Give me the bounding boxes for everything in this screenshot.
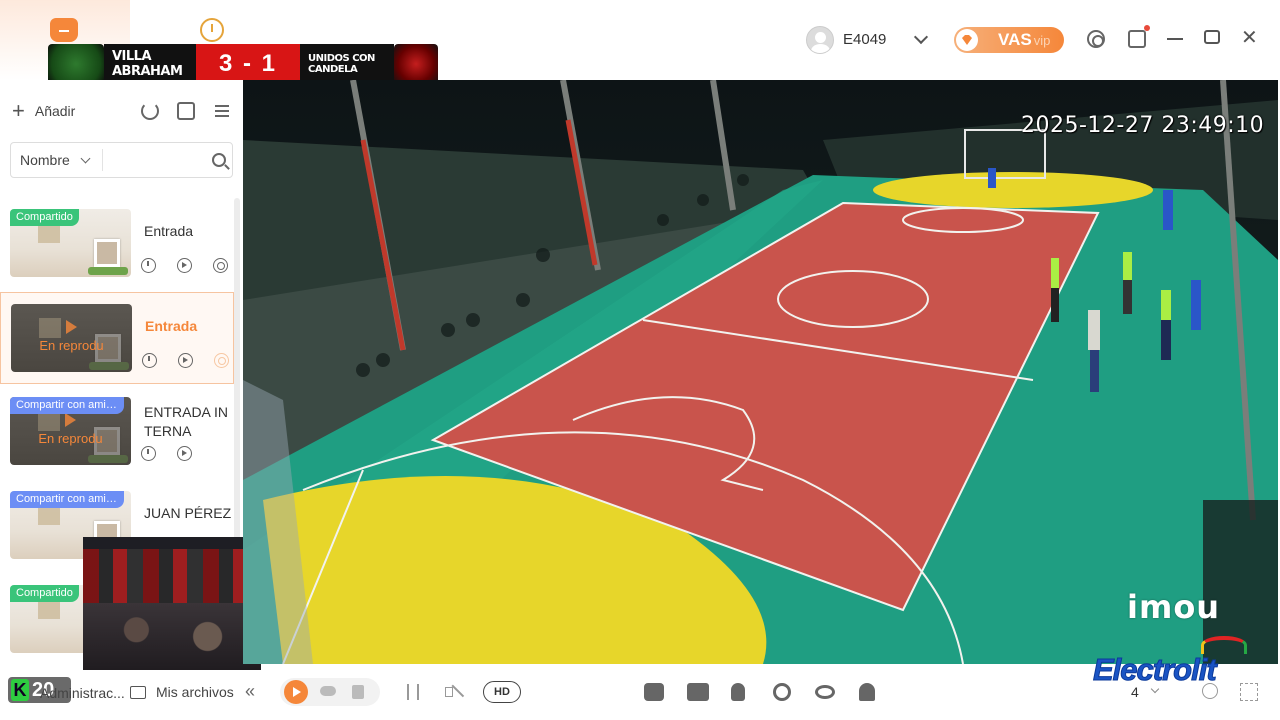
camera-name: JUAN PÉREZ bbox=[144, 505, 232, 521]
camera-list-item[interactable]: En reprodu Entrada bbox=[0, 292, 234, 384]
mute-icon[interactable] bbox=[445, 682, 465, 700]
camera-icon[interactable] bbox=[644, 683, 664, 701]
away-team-name: UNIDOS CON CANDELA bbox=[300, 44, 394, 84]
user-avatar[interactable] bbox=[806, 26, 834, 54]
history-icon[interactable] bbox=[141, 258, 156, 273]
record-icon[interactable] bbox=[687, 683, 709, 701]
my-files-link[interactable]: Mis archivos bbox=[130, 684, 234, 700]
scoreboard-overlay: VILLA ABRAHAM 3 - 1 UNIDOS CON CANDELA bbox=[48, 44, 448, 84]
add-label: Añadir bbox=[34, 103, 76, 119]
list-icon[interactable] bbox=[215, 102, 233, 120]
home-icon[interactable] bbox=[50, 18, 78, 42]
sd-card-icon[interactable] bbox=[352, 685, 364, 699]
court-scene bbox=[243, 80, 1278, 664]
close-icon[interactable]: ✕ bbox=[1241, 28, 1259, 48]
vas-vip-button[interactable]: VAS vip bbox=[954, 27, 1064, 53]
play-icon[interactable] bbox=[178, 353, 193, 368]
my-files-label: Mis archivos bbox=[156, 684, 234, 700]
title-bar: VILLA ABRAHAM 3 - 1 UNIDOS CON CANDELA E… bbox=[0, 0, 1280, 84]
home-team-name: VILLA ABRAHAM bbox=[104, 44, 196, 84]
settings-icon[interactable] bbox=[214, 353, 229, 368]
play-icon[interactable] bbox=[177, 446, 192, 461]
sort-icon[interactable] bbox=[177, 102, 195, 120]
share-with-friends-badge: Compartir con amigos bbox=[10, 491, 124, 508]
playing-status: En reprodu bbox=[38, 431, 103, 446]
chevron-down-icon[interactable] bbox=[913, 29, 929, 45]
search-bar: Nombre bbox=[10, 142, 233, 178]
add-device-button[interactable]: + Añadir bbox=[12, 98, 76, 123]
cloud-icon[interactable] bbox=[320, 686, 336, 696]
playing-status: En reprodu bbox=[39, 338, 104, 353]
share-with-friends-badge: Compartir con amigos bbox=[10, 397, 124, 414]
playing-overlay: En reprodu bbox=[11, 320, 132, 353]
match-score: 3 - 1 bbox=[196, 44, 300, 84]
sort-by-select[interactable]: Nombre bbox=[11, 149, 103, 171]
app-window: VILLA ABRAHAM 3 - 1 UNIDOS CON CANDELA E… bbox=[0, 0, 1280, 720]
pause-icon[interactable] bbox=[407, 684, 419, 700]
playing-overlay: En reprodu bbox=[10, 413, 131, 446]
playback-source-group bbox=[280, 678, 380, 706]
sponsor-logo: Electrolit bbox=[1093, 636, 1253, 690]
play-icon bbox=[66, 320, 77, 334]
minimize-icon[interactable] bbox=[1167, 38, 1183, 40]
camera-name: Entrada bbox=[144, 223, 194, 239]
kick-logo-icon: K bbox=[11, 679, 29, 701]
shared-badge: Compartido bbox=[10, 209, 79, 226]
sort-by-label: Nombre bbox=[20, 152, 70, 168]
home-team-crest bbox=[48, 44, 104, 84]
camera-actions bbox=[141, 446, 192, 461]
live-video-view[interactable]: 2025-12-27 23:49:10 imou bbox=[243, 80, 1278, 664]
user-name[interactable]: E4049 bbox=[843, 31, 886, 48]
camera-list-item[interactable]: Compartido Entrada bbox=[0, 198, 234, 290]
camera-name: Entrada bbox=[145, 318, 198, 334]
bell-icon[interactable] bbox=[859, 683, 875, 701]
target-icon[interactable] bbox=[1087, 30, 1105, 48]
maximize-icon[interactable] bbox=[1204, 30, 1220, 44]
history-icon[interactable] bbox=[141, 446, 156, 461]
imou-watermark: imou bbox=[1127, 588, 1221, 626]
collapse-sidebar-icon[interactable]: « bbox=[245, 681, 255, 702]
settings-icon[interactable] bbox=[213, 258, 228, 273]
search-input[interactable] bbox=[109, 152, 209, 168]
gem-icon bbox=[956, 29, 978, 51]
chevron-down-icon bbox=[80, 153, 91, 163]
camera-list-item[interactable]: En reprodu Compartir con amigos ENTRADA … bbox=[0, 386, 234, 478]
microphone-icon[interactable] bbox=[731, 683, 745, 701]
hd-quality-button[interactable]: HD bbox=[483, 681, 521, 703]
picture-in-picture-video bbox=[83, 537, 261, 670]
camera-name: ENTRADA INTERNA bbox=[144, 404, 229, 439]
refresh-icon[interactable] bbox=[141, 102, 159, 120]
history-icon[interactable] bbox=[142, 353, 157, 368]
sponsor-name: Electrolit bbox=[1093, 652, 1218, 688]
message-icon[interactable] bbox=[1128, 25, 1150, 48]
camera-thumbnail: En reprodu bbox=[11, 304, 132, 372]
ptz-icon[interactable] bbox=[773, 683, 791, 701]
shared-badge: Compartido bbox=[10, 585, 79, 602]
away-team-crest bbox=[394, 44, 438, 84]
plus-icon: + bbox=[12, 98, 25, 123]
camera-actions bbox=[141, 258, 228, 273]
camera-actions bbox=[142, 353, 229, 368]
play-icon[interactable] bbox=[177, 258, 192, 273]
folder-icon bbox=[130, 685, 146, 699]
video-timestamp: 2025-12-27 23:49:10 bbox=[1021, 113, 1265, 138]
eye-icon[interactable] bbox=[815, 685, 835, 699]
clock-icon[interactable] bbox=[200, 18, 224, 42]
play-icon bbox=[65, 413, 76, 427]
vas-label: VAS bbox=[998, 30, 1032, 49]
play-icon[interactable] bbox=[284, 680, 308, 704]
search-icon[interactable] bbox=[212, 153, 226, 167]
admin-link[interactable]: Administrac... bbox=[40, 685, 125, 701]
vip-label: vip bbox=[1033, 32, 1051, 48]
